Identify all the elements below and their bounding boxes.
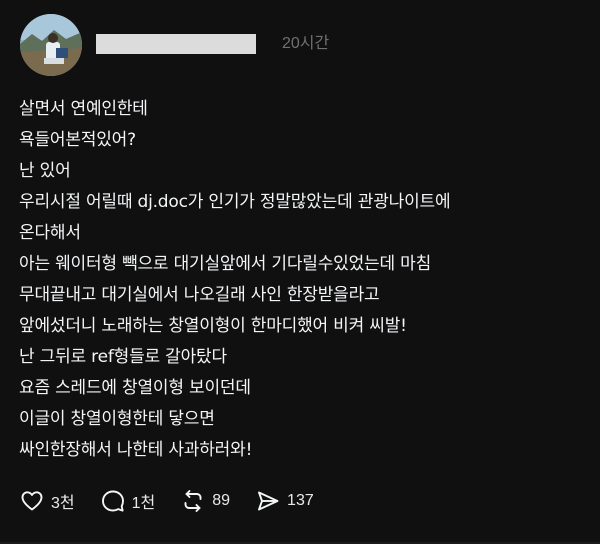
post-line: 요즘 스레드에 창열이형 보이던데 bbox=[19, 378, 251, 398]
repost-icon bbox=[181, 489, 205, 513]
post-line: 이글이 창열이형한테 닿으면 bbox=[19, 409, 215, 429]
comment-icon bbox=[101, 489, 125, 513]
post-line: 무대끝내고 대기실에서 나오길래 사인 한장받을라고 bbox=[19, 285, 380, 305]
repost-button[interactable]: 89 bbox=[181, 489, 230, 513]
like-count: 3천 bbox=[51, 495, 75, 512]
post-line: 난 그뒤로 ref형들로 갈아탔다 bbox=[19, 347, 227, 367]
like-button[interactable]: 3천 bbox=[20, 489, 75, 513]
thread-post: 20시간 살면서 연예인한테 욕들어본적있어? 난 있어 우리시절 어릴때 dj… bbox=[0, 0, 600, 544]
post-timestamp: 20시간 bbox=[282, 35, 330, 52]
heart-icon bbox=[20, 489, 44, 513]
post-line: 싸인한장해서 나한테 사과하러와! bbox=[19, 440, 253, 460]
reply-count: 1천 bbox=[131, 495, 156, 512]
post-line: 아는 웨이터형 빽으로 대기실앞에서 기다릴수있었는데 마침 bbox=[19, 254, 432, 274]
send-icon bbox=[256, 489, 280, 513]
share-button[interactable]: 137 bbox=[256, 489, 314, 513]
post-line: 살면서 연예인한테 bbox=[19, 99, 148, 119]
username-redacted[interactable] bbox=[96, 34, 256, 54]
post-line: 앞에섰더니 노래하는 창열이형이 한마디했어 비켜 씨발! bbox=[19, 316, 407, 336]
action-bar: 3천 1천 89 137 bbox=[20, 486, 340, 516]
post-line: 욕들어본적있어? bbox=[19, 130, 136, 150]
repost-count: 89 bbox=[212, 492, 231, 509]
post-line: 온다해서 bbox=[19, 223, 81, 243]
post-line: 난 있어 bbox=[19, 161, 71, 181]
share-count: 137 bbox=[287, 492, 314, 509]
post-line: 우리시절 어릴때 dj.doc가 인기가 정말많았는데 관광나이트에 bbox=[19, 192, 451, 212]
avatar[interactable] bbox=[20, 14, 82, 76]
post-body: 살면서 연예인한테 욕들어본적있어? 난 있어 우리시절 어릴때 dj.doc가… bbox=[19, 94, 589, 466]
reply-button[interactable]: 1천 bbox=[101, 489, 156, 513]
